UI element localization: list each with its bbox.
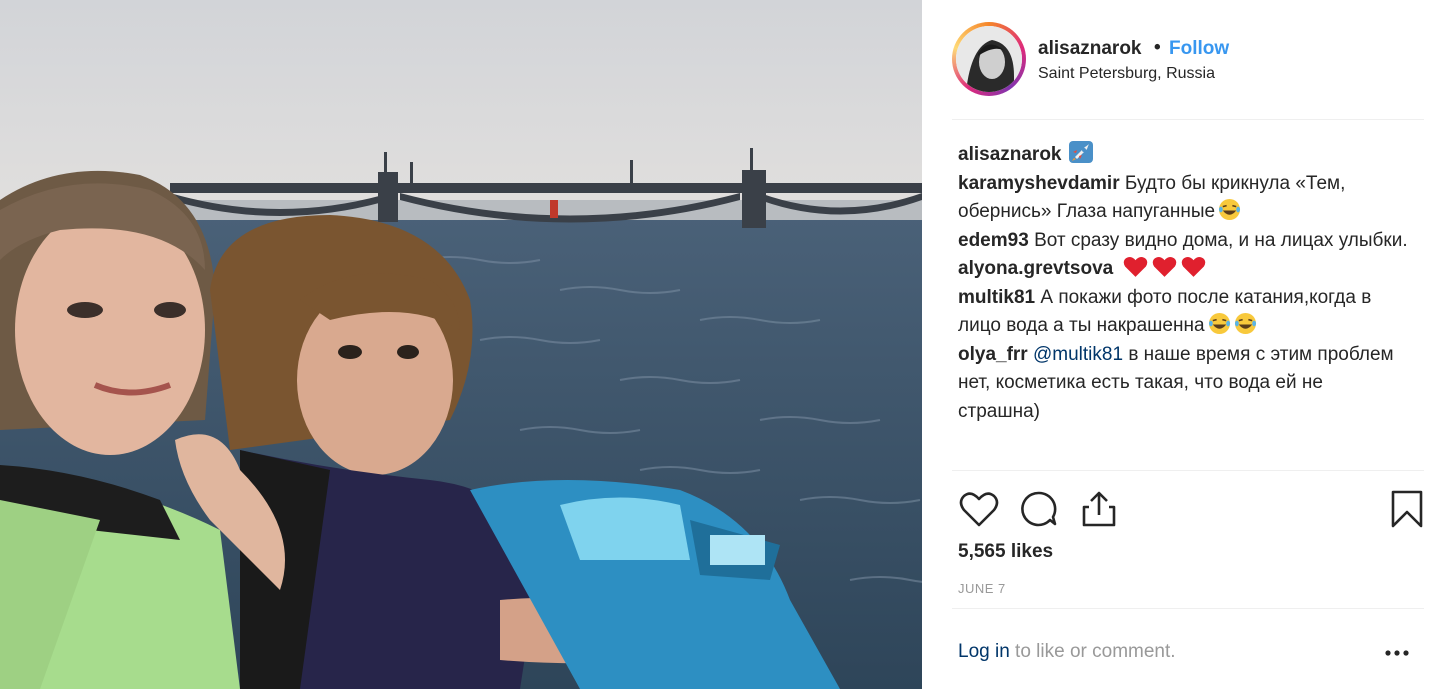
comment-bubble-icon[interactable] — [1018, 489, 1060, 529]
heart-outline-icon[interactable] — [958, 489, 1000, 529]
more-options-icon[interactable] — [1382, 643, 1412, 663]
avatar-story-ring[interactable] — [952, 22, 1026, 96]
post-location[interactable]: Saint Petersburg, Russia — [1038, 65, 1215, 83]
login-link[interactable]: Log in — [958, 641, 1010, 662]
red-heart-icon — [1152, 256, 1176, 277]
post-date[interactable]: JUNE 7 — [958, 581, 1006, 596]
red-heart-icon — [1123, 256, 1147, 277]
comment-item: edem93 Вот сразу видно дома, и на лицах … — [958, 227, 1408, 256]
post-side-panel: alisaznarok • Follow Saint Petersburg, R… — [922, 0, 1442, 689]
laughing-tears-emoji-icon — [1219, 198, 1241, 221]
laughing-tears-emoji-icon — [1208, 312, 1230, 335]
comment-item: karamyshevdamir Будто бы крикнула «Тем, … — [958, 170, 1408, 227]
header-separator: • — [1154, 37, 1161, 58]
likes-count[interactable]: 5,565 likes — [958, 541, 1053, 563]
comments-list[interactable]: alisaznarok karamyshevdamir Будто бы кри… — [958, 140, 1408, 468]
comment-item: alyona.grevtsova — [958, 255, 1408, 284]
share-icon[interactable] — [1078, 489, 1120, 529]
follow-button[interactable]: Follow — [1169, 38, 1229, 60]
caption-author[interactable]: alisaznarok — [958, 144, 1062, 165]
avatar[interactable] — [956, 26, 1022, 92]
red-heart-icon — [1181, 256, 1205, 277]
post-header: alisaznarok • Follow Saint Petersburg, R… — [952, 20, 1424, 120]
laughing-tears-emoji-icon — [1234, 312, 1256, 335]
comment-mention[interactable]: @multik81 — [1033, 344, 1123, 365]
comment-user[interactable]: karamyshevdamir — [958, 173, 1120, 194]
avatar-image — [956, 26, 1022, 92]
comment-user[interactable]: multik81 — [958, 287, 1035, 308]
bookmark-icon[interactable] — [1386, 489, 1428, 529]
author-username[interactable]: alisaznarok — [1038, 38, 1142, 60]
caption: alisaznarok — [958, 140, 1408, 170]
post-photo-image — [0, 0, 922, 689]
comment-item: multik81 А покажи фото после катания,ког… — [958, 284, 1408, 341]
comment-text: Вот сразу видно дома, и на лицах улыбки. — [1034, 229, 1408, 251]
login-prompt: Log in to like or comment. — [958, 641, 1176, 663]
comment-user[interactable]: alyona.grevtsova — [958, 258, 1113, 279]
comment-user[interactable]: olya_frr — [958, 344, 1028, 365]
comment-footer: Log in to like or comment. — [952, 608, 1424, 689]
post-actions-bar — [952, 470, 1424, 536]
comment-user[interactable]: edem93 — [958, 230, 1029, 251]
post-photo — [0, 0, 922, 689]
rocket-icon — [1068, 141, 1093, 163]
comment-item: olya_frr @multik81 в наше время с этим п… — [958, 341, 1408, 427]
login-prompt-text: to like or comment. — [1009, 641, 1176, 662]
